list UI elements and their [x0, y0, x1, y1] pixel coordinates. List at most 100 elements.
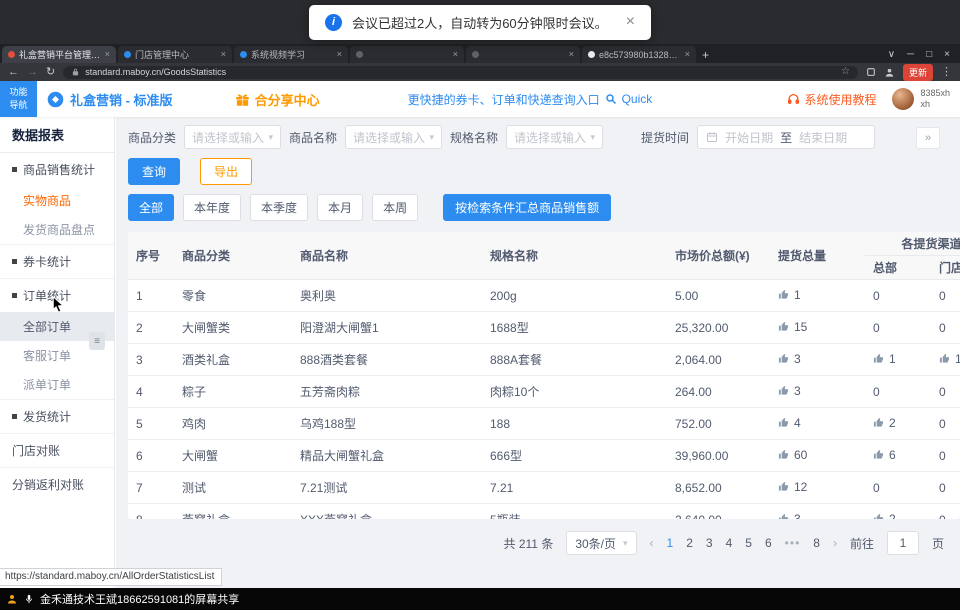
sidebar-item[interactable]: 商品销售统计: [0, 153, 114, 186]
tab-close-icon[interactable]: ×: [105, 50, 110, 59]
table-row: 4 粽子 五芳斋肉粽 肉粽10个 264.00 3 0 0: [128, 376, 960, 408]
export-button[interactable]: 导出: [200, 158, 252, 185]
browser-tab[interactable]: e8c573980b1328a258fd2e6f ×: [582, 46, 696, 63]
cell-amount: 25,320.00: [675, 321, 728, 335]
date-separator: 至: [780, 129, 792, 146]
cell-spec: 200g: [490, 289, 517, 303]
back-button[interactable]: ←: [8, 67, 19, 78]
pickup-icon: [939, 353, 950, 367]
forward-button[interactable]: →: [27, 67, 38, 78]
cell-name: 五芳斋肉粽: [300, 385, 360, 399]
cell-category: 大闸蟹: [182, 449, 218, 463]
minimize-button[interactable]: ─: [907, 49, 914, 60]
cell-spec: 188: [490, 417, 510, 431]
browser-tab[interactable]: 礼盒营销平台管理中心 ×: [2, 46, 116, 63]
filter-collapse-button[interactable]: »: [916, 127, 940, 149]
chevron-down-icon: ▾: [591, 133, 596, 142]
sidebar-item[interactable]: 实物商品: [0, 186, 114, 215]
filter-select[interactable]: 请选择或输入 ▾: [506, 125, 603, 149]
screen-share-bar: 金禾通技术王斌18662591081的屏幕共享: [0, 588, 960, 610]
page-number[interactable]: 5: [745, 536, 752, 550]
sidebar-item-label: 门店对账: [12, 442, 60, 459]
sidebar-item[interactable]: 发货统计: [0, 399, 114, 433]
tab-close-icon[interactable]: ×: [685, 50, 690, 59]
sidebar-item[interactable]: 派单订单: [0, 370, 114, 399]
sidebar-item-label: 商品销售统计: [23, 161, 95, 178]
tab-close-icon[interactable]: ×: [337, 50, 342, 59]
pickup-icon: [873, 353, 884, 367]
sidebar-item[interactable]: 分销返利对账: [0, 467, 114, 501]
filter-select[interactable]: 请选择或输入 ▾: [184, 125, 281, 149]
cell-category: 测试: [182, 481, 206, 495]
cell-category: 粽子: [182, 385, 206, 399]
sidebar-item[interactable]: 订单统计: [0, 278, 114, 312]
date-range-picker[interactable]: 开始日期 至 结束日期: [697, 125, 875, 149]
cell-hq: 2: [889, 512, 896, 519]
update-button[interactable]: 更新: [903, 64, 933, 81]
reload-button[interactable]: ↻: [46, 67, 55, 78]
quick-entry-link[interactable]: 更快捷的券卡、订单和快递查询入口 Quick: [408, 91, 653, 108]
summary-button[interactable]: 按检索条件汇总商品销售额: [443, 194, 611, 221]
filter-select[interactable]: 请选择或输入 ▾: [345, 125, 442, 149]
page-number-last[interactable]: 8: [813, 536, 820, 550]
sidebar-item[interactable]: 券卡统计: [0, 244, 114, 278]
range-tab[interactable]: 本年度: [183, 194, 241, 221]
filter-bar: 商品分类 请选择或输入 ▾ 商品名称 请选择或输入 ▾ 规格名称 请选择或输入 …: [128, 125, 960, 149]
pickup-icon: [778, 289, 789, 303]
tab-close-icon[interactable]: ×: [221, 50, 226, 59]
browser-tab[interactable]: 门店管理中心 ×: [118, 46, 232, 63]
browser-menu-icon[interactable]: ⋮: [941, 67, 952, 78]
meeting-toast: i 会议已超过2人，自动转为60分钟限时会议。 ×: [309, 5, 651, 40]
cell-amount: 39,960.00: [675, 449, 728, 463]
extension-icon[interactable]: [866, 67, 876, 77]
tutorial-link[interactable]: 系统使用教程: [787, 91, 876, 108]
tab-close-icon[interactable]: ×: [453, 50, 458, 59]
range-tab[interactable]: 全部: [128, 194, 174, 221]
action-bar: 查询 导出: [128, 158, 960, 185]
new-tab-button[interactable]: +: [702, 49, 709, 61]
window-controls: ∨ ─ □ ×: [888, 49, 960, 63]
query-button[interactable]: 查询: [128, 158, 180, 185]
cell-hq: 0: [873, 385, 880, 399]
tab-search-icon[interactable]: ∨: [888, 49, 895, 60]
mic-icon: [24, 593, 34, 605]
range-tab[interactable]: 本季度: [250, 194, 308, 221]
url-text: standard.maboy.cn/GoodsStatistics: [85, 67, 836, 77]
page-number[interactable]: 6: [765, 536, 772, 550]
prev-page-button[interactable]: ‹: [650, 536, 654, 550]
tab-close-icon[interactable]: ×: [569, 50, 574, 59]
page-number[interactable]: 3: [706, 536, 713, 550]
sidebar-item-label: 发货商品盘点: [23, 221, 95, 238]
cell-spec: 7.21: [490, 481, 513, 495]
browser-tab[interactable]: 系统视频学习 ×: [234, 46, 348, 63]
sidebar-item[interactable]: 门店对账: [0, 433, 114, 467]
goto-page-input[interactable]: 1: [887, 531, 919, 555]
sidebar-collapse-handle[interactable]: ≡: [89, 332, 105, 350]
cell-category: 燕窝礼盒: [182, 513, 230, 519]
range-tab[interactable]: 本月: [317, 194, 363, 221]
close-icon[interactable]: ×: [626, 14, 635, 30]
window-close-button[interactable]: ×: [944, 49, 950, 60]
maximize-button[interactable]: □: [926, 49, 932, 60]
main-content: 商品分类 请选择或输入 ▾ 商品名称 请选择或输入 ▾ 规格名称 请选择或输入 …: [116, 117, 960, 588]
table-row: 8 燕窝礼盒 XXX燕窝礼盒 5瓶装 2,640.00 3 2 0: [128, 504, 960, 520]
select-placeholder: 请选择或输入: [192, 129, 264, 146]
page-number[interactable]: 2: [686, 536, 693, 550]
browser-tab[interactable]: ×: [466, 46, 580, 63]
user-info: 8385xh xh: [920, 88, 950, 111]
share-center-link[interactable]: 合分享中心: [235, 90, 320, 109]
page-number[interactable]: 1: [667, 536, 674, 550]
next-page-button[interactable]: ›: [833, 536, 837, 550]
address-bar[interactable]: standard.maboy.cn/GoodsStatistics ☆: [63, 66, 858, 79]
screen-share-text: 金禾通技术王斌18662591081的屏幕共享: [40, 591, 239, 607]
page-size-select[interactable]: 30条/页 ▾: [566, 531, 636, 555]
range-tab[interactable]: 本周: [372, 194, 418, 221]
sidebar-item[interactable]: 发货商品盘点: [0, 215, 114, 244]
page-number[interactable]: 4: [726, 536, 733, 550]
avatar[interactable]: [892, 88, 914, 110]
function-nav-button[interactable]: 功能导航: [0, 81, 37, 117]
bookmark-star-icon[interactable]: ☆: [841, 67, 850, 77]
browser-tab[interactable]: ×: [350, 46, 464, 63]
profile-icon[interactable]: [884, 67, 895, 78]
page-ellipsis[interactable]: •••: [785, 536, 801, 550]
